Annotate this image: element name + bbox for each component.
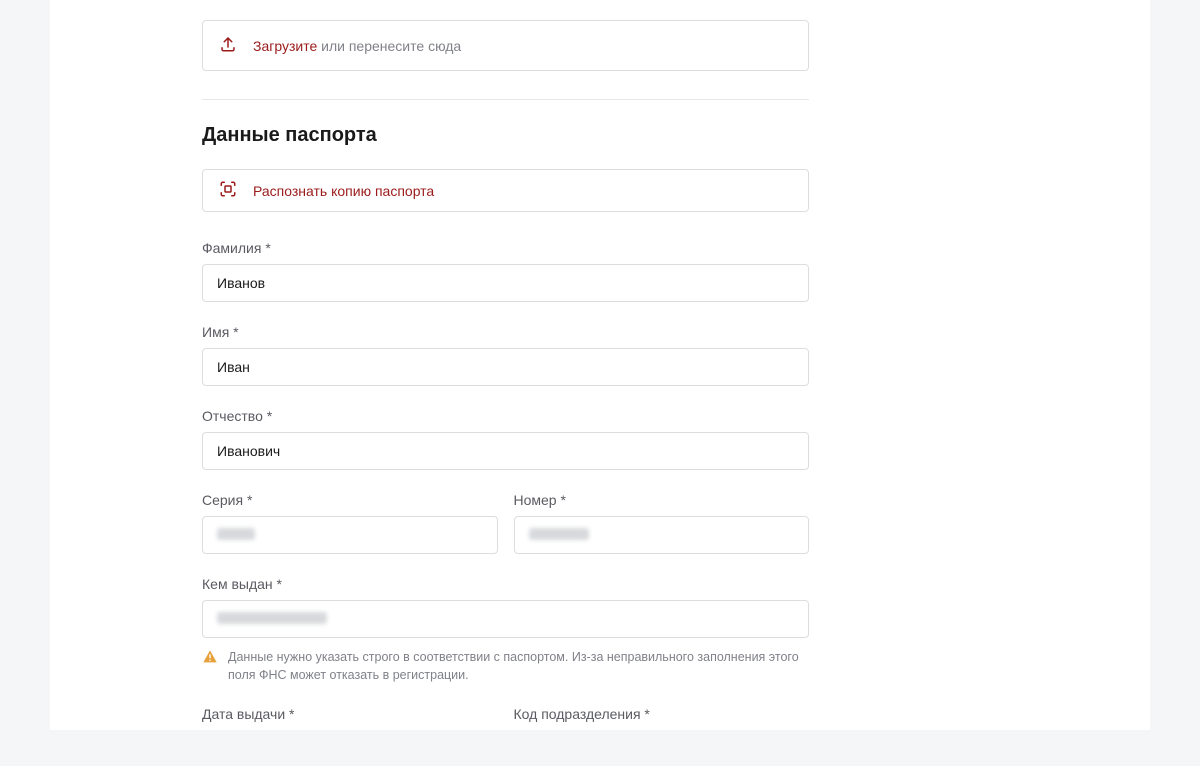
number-input[interactable] (514, 516, 810, 554)
surname-input[interactable] (202, 264, 809, 302)
field-dept-code: Код подразделения * (514, 706, 810, 730)
name-label: Имя * (202, 324, 810, 340)
series-input[interactable] (202, 516, 498, 554)
issued-by-label: Кем выдан * (202, 576, 810, 592)
field-issue-date: Дата выдачи * (202, 706, 498, 730)
surname-label: Фамилия * (202, 240, 810, 256)
recognize-label: Распознать копию паспорта (253, 183, 434, 199)
issued-by-warning: Данные нужно указать строго в соответств… (202, 648, 809, 684)
issue-date-label: Дата выдачи * (202, 706, 498, 722)
row-date-dept: Дата выдачи * Код подразделения * (202, 706, 809, 730)
patronymic-label: Отчество * (202, 408, 810, 424)
section-title: Данные паспорта (202, 124, 810, 147)
series-label: Серия * (202, 492, 498, 508)
row-series-number: Серия * Номер * (202, 492, 809, 554)
name-input[interactable] (202, 348, 809, 386)
warning-text: Данные нужно указать строго в соответств… (228, 648, 809, 684)
upload-action-label: Загрузите (253, 38, 317, 54)
dept-code-label: Код подразделения * (514, 706, 810, 722)
field-name: Имя * (202, 324, 810, 386)
issued-by-input[interactable] (202, 600, 809, 638)
patronymic-input[interactable] (202, 432, 809, 470)
upload-text: Загрузите или перенесите сюда (253, 38, 461, 54)
upload-dropzone[interactable]: Загрузите или перенесите сюда (202, 20, 809, 71)
recognize-button[interactable]: Распознать копию паспорта (202, 169, 809, 212)
field-surname: Фамилия * (202, 240, 810, 302)
form-inner: Загрузите или перенесите сюда Данные пас… (50, 20, 810, 730)
scan-icon (219, 180, 237, 201)
warning-icon (202, 649, 218, 668)
field-issued-by: Кем выдан * (202, 576, 810, 638)
page-container: Загрузите или перенесите сюда Данные пас… (50, 0, 1150, 730)
field-number: Номер * (514, 492, 810, 554)
number-label: Номер * (514, 492, 810, 508)
upload-icon (219, 35, 237, 56)
field-patronymic: Отчество * (202, 408, 810, 470)
upload-rest-label: или перенесите сюда (317, 38, 461, 54)
section-divider (202, 99, 809, 100)
field-series: Серия * (202, 492, 498, 554)
form-content: Загрузите или перенесите сюда Данные пас… (50, 20, 810, 730)
